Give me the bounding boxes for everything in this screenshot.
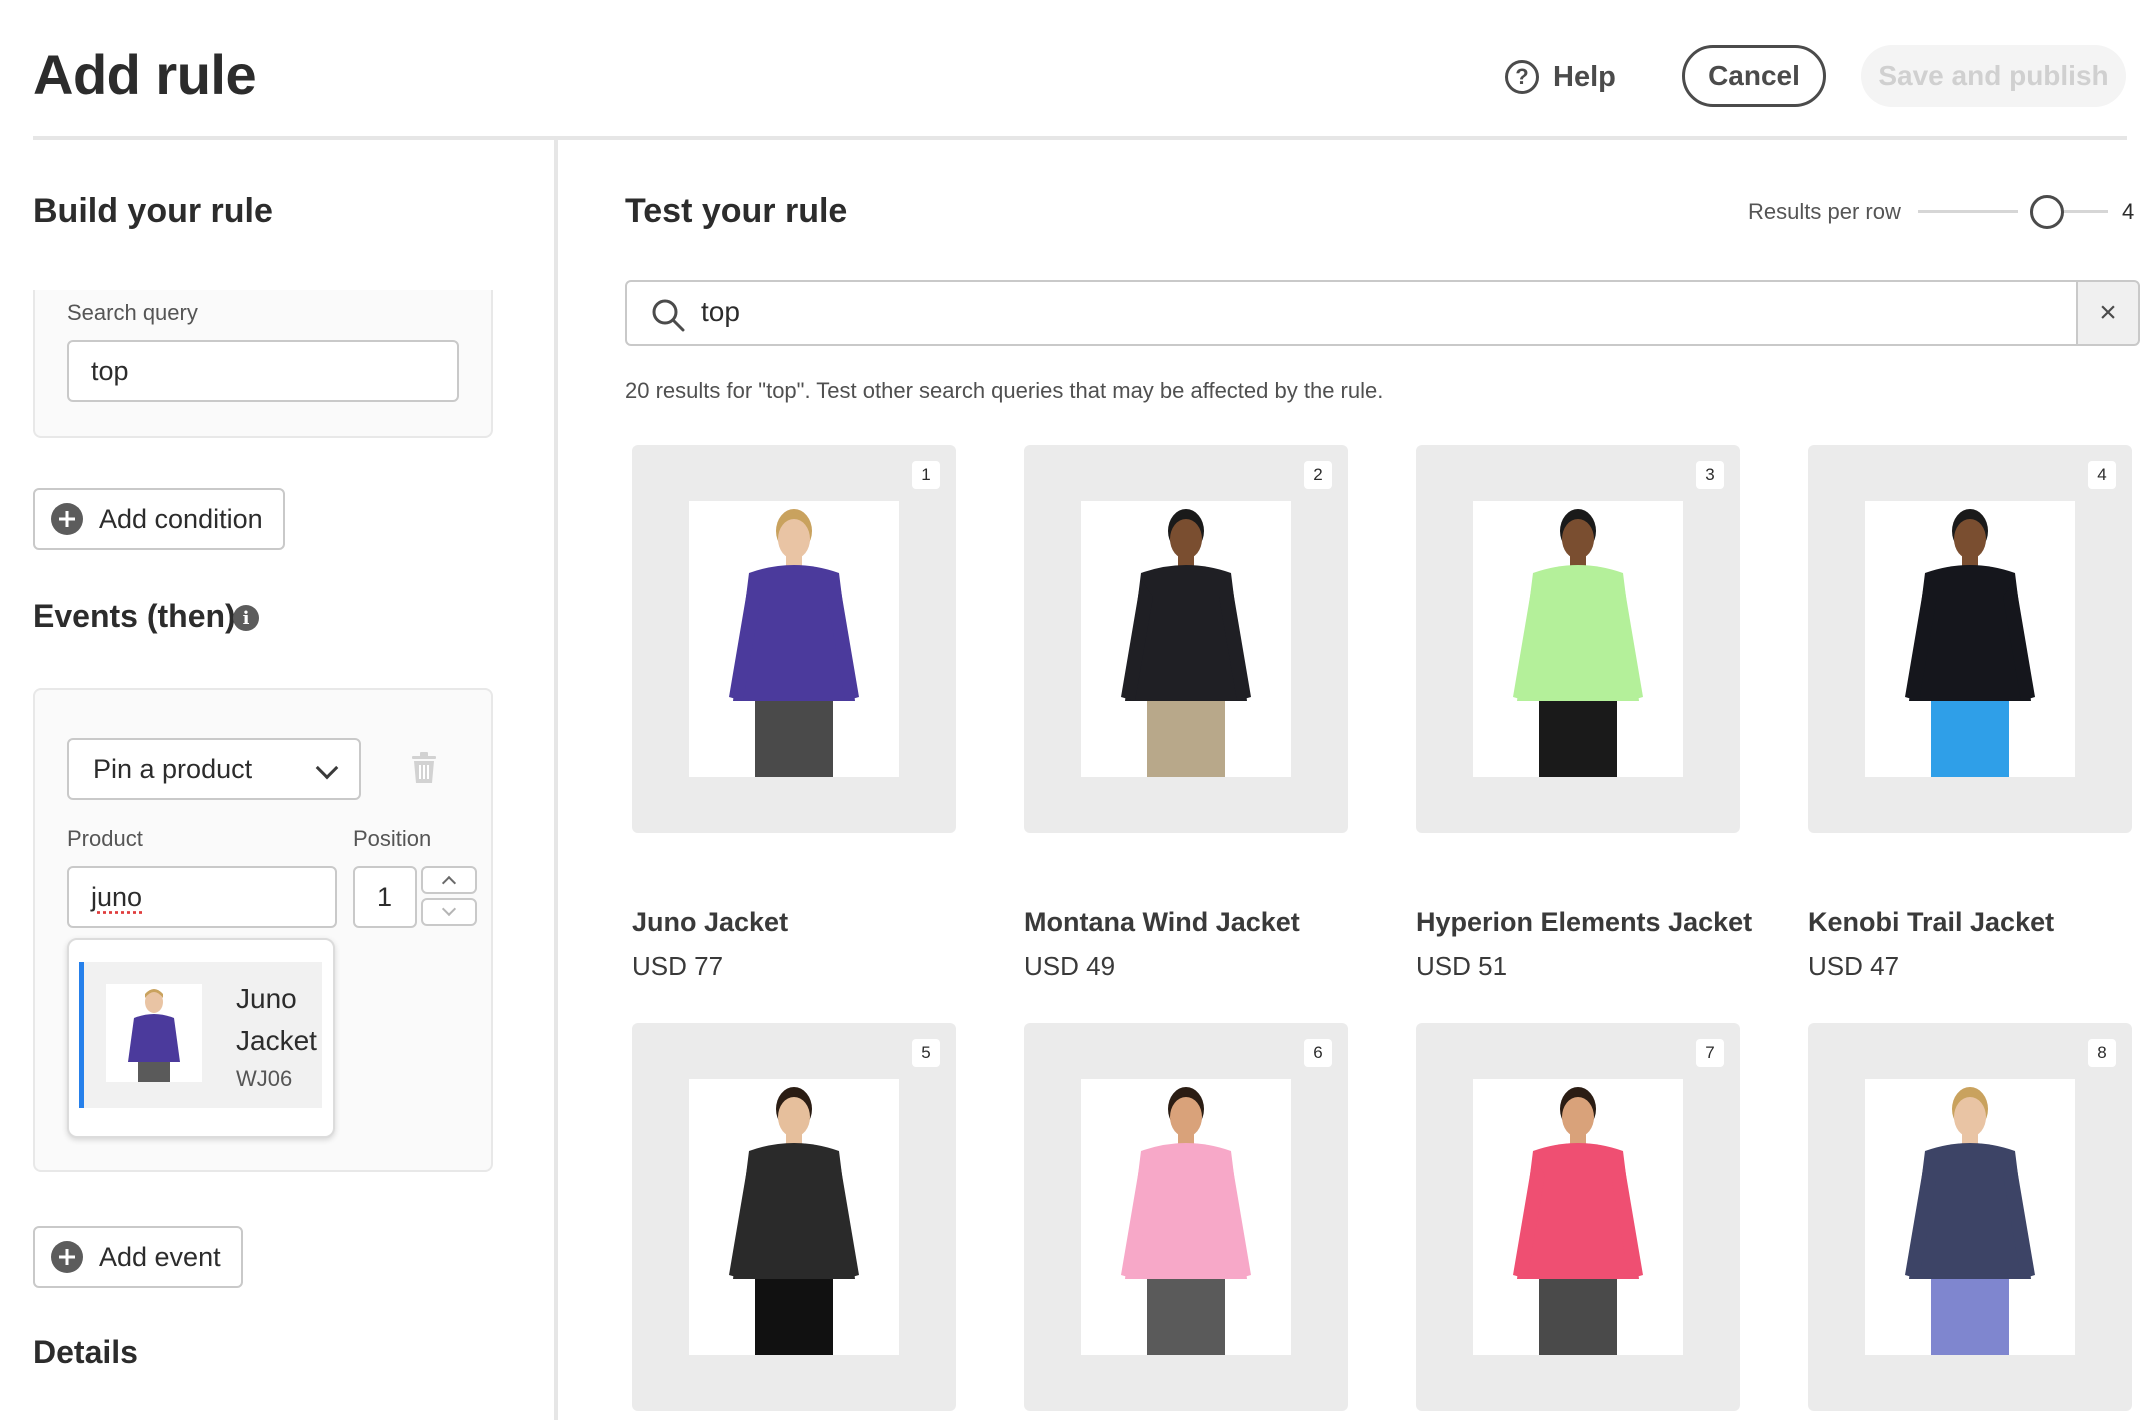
product-image <box>1081 501 1291 777</box>
test-search-field[interactable]: top <box>625 280 2078 346</box>
decrement-button[interactable] <box>421 898 477 926</box>
add-condition-label: Add condition <box>99 503 263 534</box>
product-image <box>1081 1079 1291 1355</box>
results-per-row-slider-handle[interactable] <box>2030 195 2064 229</box>
results-per-row-value: 4 <box>2122 199 2135 224</box>
product-name: Hyperion Elements Jacket <box>1416 907 1753 937</box>
chevron-down-icon <box>315 756 339 780</box>
rank-badge: 4 <box>2088 461 2116 489</box>
add-event-button[interactable]: Add event <box>33 1226 243 1288</box>
save-and-publish-button[interactable]: Save and publish <box>1861 45 2126 107</box>
build-rule-heading: Build your rule <box>33 192 273 230</box>
help-icon: ? <box>1505 60 1539 94</box>
rank-badge: 6 <box>1304 1039 1332 1067</box>
condition-card: Search query top <box>33 290 493 438</box>
product-label: Product <box>67 826 143 851</box>
increment-button[interactable] <box>421 866 477 894</box>
product-name: Montana Wind Jacket <box>1024 907 1300 937</box>
results-summary: 20 results for "top". Test other search … <box>625 378 1384 403</box>
slider-track[interactable] <box>1918 210 2018 213</box>
rank-badge: 2 <box>1304 461 1332 489</box>
header-divider <box>33 136 2127 140</box>
product-price: USD 51 <box>1416 951 1508 981</box>
events-heading: Events (then) <box>33 598 236 634</box>
suggestion-name: Juno Jacket <box>236 983 317 1056</box>
cancel-button[interactable]: Cancel <box>1682 45 1826 107</box>
product-image <box>1865 1079 2075 1355</box>
plus-circle-icon <box>51 1241 83 1273</box>
product-input[interactable]: juno <box>67 866 337 928</box>
chevron-up-icon <box>441 875 457 891</box>
rank-badge: 8 <box>2088 1039 2116 1067</box>
results-per-row-label: Results per row <box>1748 199 1901 224</box>
product-image <box>689 1079 899 1355</box>
search-query-input[interactable]: top <box>67 340 459 402</box>
slider-track[interactable] <box>2060 210 2108 213</box>
clear-search-button[interactable]: × <box>2076 280 2140 346</box>
test-rule-heading: Test your rule <box>625 192 848 230</box>
product-image-frame: 4 <box>1808 445 2132 833</box>
product-image <box>1473 501 1683 777</box>
product-price: USD 47 <box>1808 951 1900 981</box>
position-stepper <box>421 866 477 928</box>
rank-badge: 3 <box>1696 461 1724 489</box>
rank-badge: 7 <box>1696 1039 1724 1067</box>
product-image <box>1865 501 2075 777</box>
product-image <box>1473 1079 1683 1355</box>
event-type-select[interactable]: Pin a product <box>67 738 361 800</box>
event-type-value: Pin a product <box>93 753 253 784</box>
suggestion-thumbnail <box>106 984 202 1082</box>
product-image-frame: 6 <box>1024 1023 1348 1411</box>
rank-badge: 5 <box>912 1039 940 1067</box>
test-search-input[interactable]: top <box>701 296 740 328</box>
product-image-frame: 7 <box>1416 1023 1740 1411</box>
help-button[interactable]: ? Help <box>1505 52 1616 102</box>
product-image-frame: 8 <box>1808 1023 2132 1411</box>
chevron-down-icon <box>441 901 457 917</box>
product-name: Kenobi Trail Jacket <box>1808 907 2055 937</box>
panel-divider <box>554 138 558 1420</box>
suggestion-item[interactable]: Juno Jacket WJ06 <box>79 962 322 1108</box>
trash-icon[interactable] <box>411 752 437 784</box>
search-query-label: Search query <box>67 300 198 325</box>
info-icon[interactable]: i <box>233 605 259 631</box>
suggestion-sku: WJ06 <box>236 1066 293 1091</box>
details-heading: Details <box>33 1334 138 1370</box>
product-image <box>689 501 899 777</box>
product-suggestions-popover: Juno Jacket WJ06 <box>67 938 335 1138</box>
product-name: Juno Jacket <box>632 907 789 937</box>
product-image-frame: 2 <box>1024 445 1348 833</box>
product-price: USD 77 <box>632 951 724 981</box>
position-input[interactable]: 1 <box>353 866 417 928</box>
page-title: Add rule <box>33 43 257 106</box>
add-condition-button[interactable]: Add condition <box>33 488 285 550</box>
plus-circle-icon <box>51 503 83 535</box>
search-icon <box>652 299 685 332</box>
help-label: Help <box>1553 60 1616 93</box>
product-price: USD 49 <box>1024 951 1116 981</box>
add-event-label: Add event <box>99 1241 221 1272</box>
rank-badge: 1 <box>912 461 940 489</box>
product-image-frame: 1 <box>632 445 956 833</box>
product-image-frame: 5 <box>632 1023 956 1411</box>
product-image-frame: 3 <box>1416 445 1740 833</box>
position-label: Position <box>353 826 432 851</box>
